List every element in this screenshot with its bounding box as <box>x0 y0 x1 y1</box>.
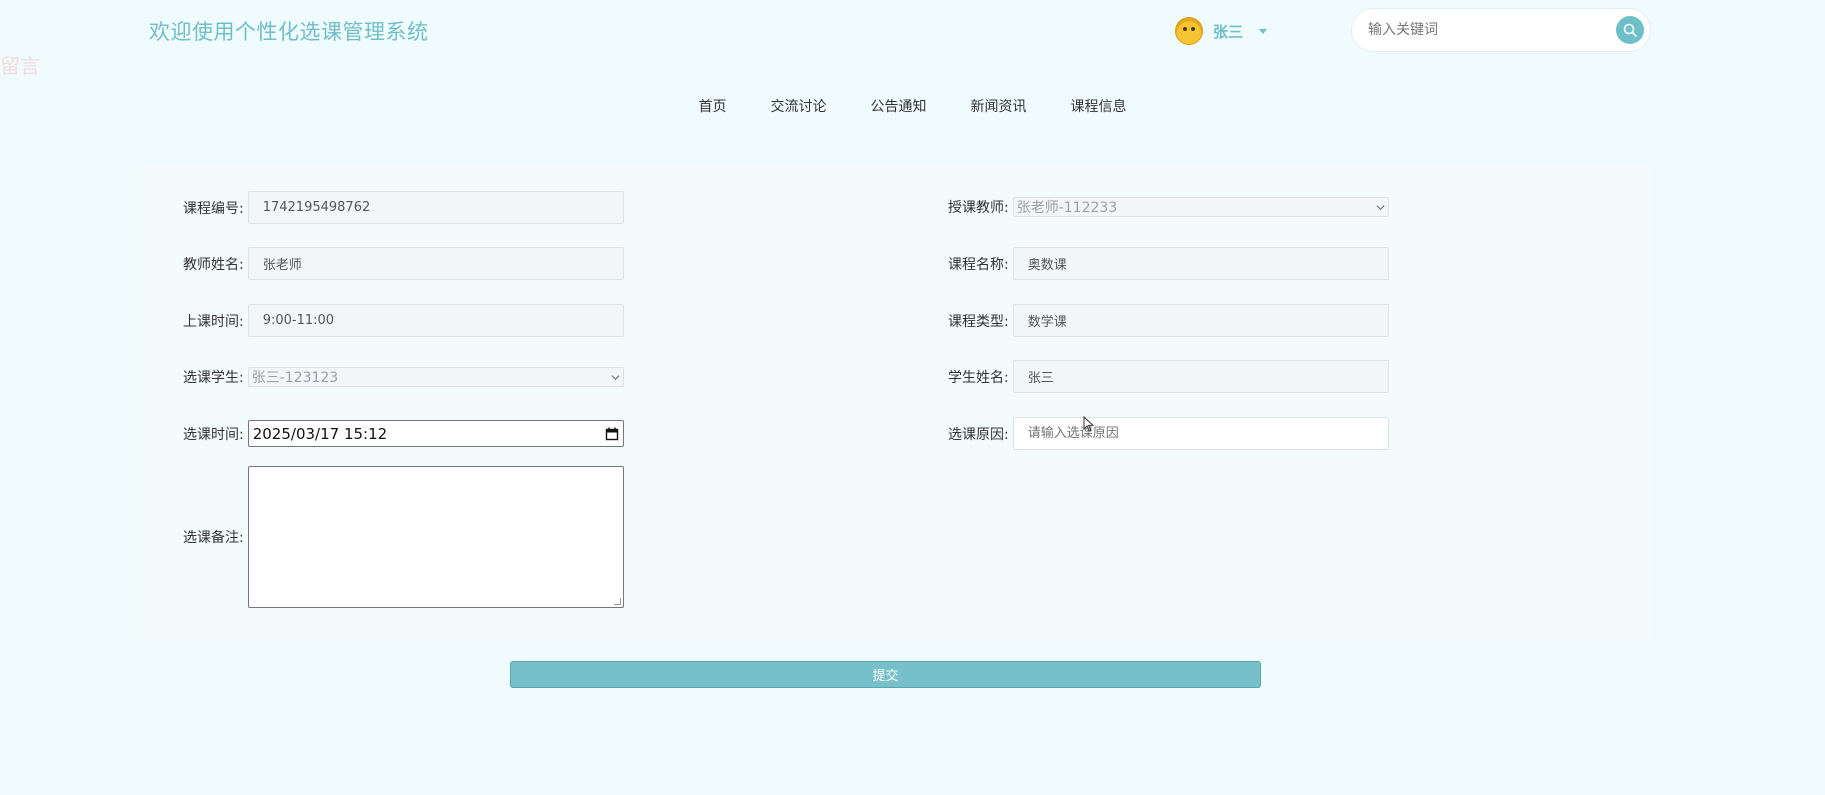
search-icon <box>1623 23 1637 37</box>
search-button[interactable] <box>1616 16 1644 44</box>
submit-button[interactable]: 提交 <box>510 661 1261 688</box>
course-type-row: 课程类型: 数学课 <box>948 304 1389 337</box>
reason-input[interactable] <box>1012 417 1389 450</box>
main-nav: 首页 交流讨论 公告通知 新闻资讯 课程信息 <box>0 96 1825 116</box>
teacher-name-field[interactable]: 张老师 <box>247 247 624 280</box>
user-menu[interactable]: 张三 <box>1175 16 1268 46</box>
remark-row: 选课备注: <box>183 466 624 608</box>
search-input[interactable] <box>1366 21 1616 39</box>
side-watermark: 留言 <box>0 54 40 78</box>
course-no-field[interactable]: 1742195498762 <box>247 191 624 224</box>
select-time-value: 2025/03/17 15:12 <box>252 424 388 443</box>
teacher-name-row: 教师姓名: 张老师 <box>183 247 624 280</box>
nav-courses[interactable]: 课程信息 <box>1071 96 1127 116</box>
student-row: 选课学生: 张三-123123 <box>183 367 624 387</box>
class-time-label: 上课时间: <box>183 313 244 330</box>
select-time-input[interactable]: 2025/03/17 15:12 <box>247 420 624 447</box>
class-time-row: 上课时间: 9:00-11:00 <box>183 304 624 337</box>
course-name-row: 课程名称: 奥数课 <box>948 247 1389 280</box>
remark-textarea[interactable] <box>247 466 624 608</box>
teacher-name-label: 教师姓名: <box>183 256 244 273</box>
remark-label: 选课备注: <box>183 530 244 546</box>
course-name-field[interactable]: 奥数课 <box>1012 247 1389 280</box>
course-no-label: 课程编号: <box>183 200 244 217</box>
course-type-field[interactable]: 数学课 <box>1012 304 1389 337</box>
search-box <box>1351 8 1651 52</box>
reason-label: 选课原因: <box>948 426 1009 443</box>
class-time-field[interactable]: 9:00-11:00 <box>247 304 624 337</box>
select-time-row: 选课时间: 2025/03/17 15:12 <box>183 420 624 447</box>
teacher-account-row: 授课教师: 张老师-112233 <box>948 197 1389 217</box>
avatar[interactable] <box>1175 17 1203 45</box>
teacher-account-select[interactable]: 张老师-112233 <box>1012 197 1389 217</box>
caret-down-icon[interactable] <box>1259 28 1268 34</box>
site-title: 欢迎使用个性化选课管理系统 <box>149 20 429 44</box>
student-label: 选课学生: <box>183 370 244 386</box>
username[interactable]: 张三 <box>1213 21 1243 42</box>
student-name-label: 学生姓名: <box>948 369 1009 386</box>
teacher-account-label: 授课教师: <box>948 200 1009 216</box>
mouse-cursor-icon <box>1083 416 1095 432</box>
reason-row: 选课原因: <box>948 417 1389 450</box>
course-name-label: 课程名称: <box>948 256 1009 273</box>
nav-announcements[interactable]: 公告通知 <box>871 96 927 116</box>
chevron-down-icon <box>611 374 620 380</box>
course-no-row: 课程编号: 1742195498762 <box>183 191 624 224</box>
course-type-label: 课程类型: <box>948 313 1009 330</box>
nav-home[interactable]: 首页 <box>699 96 727 116</box>
teacher-account-value: 张老师-112233 <box>1016 200 1118 216</box>
nav-discussion[interactable]: 交流讨论 <box>771 96 827 116</box>
calendar-icon[interactable] <box>605 427 619 441</box>
student-name-row: 学生姓名: 张三 <box>948 360 1389 393</box>
student-select[interactable]: 张三-123123 <box>247 367 624 387</box>
nav-news[interactable]: 新闻资讯 <box>971 96 1027 116</box>
student-select-value: 张三-123123 <box>251 370 339 386</box>
select-time-label: 选课时间: <box>183 426 244 443</box>
chevron-down-icon <box>1376 204 1385 210</box>
student-name-field[interactable]: 张三 <box>1012 360 1389 393</box>
